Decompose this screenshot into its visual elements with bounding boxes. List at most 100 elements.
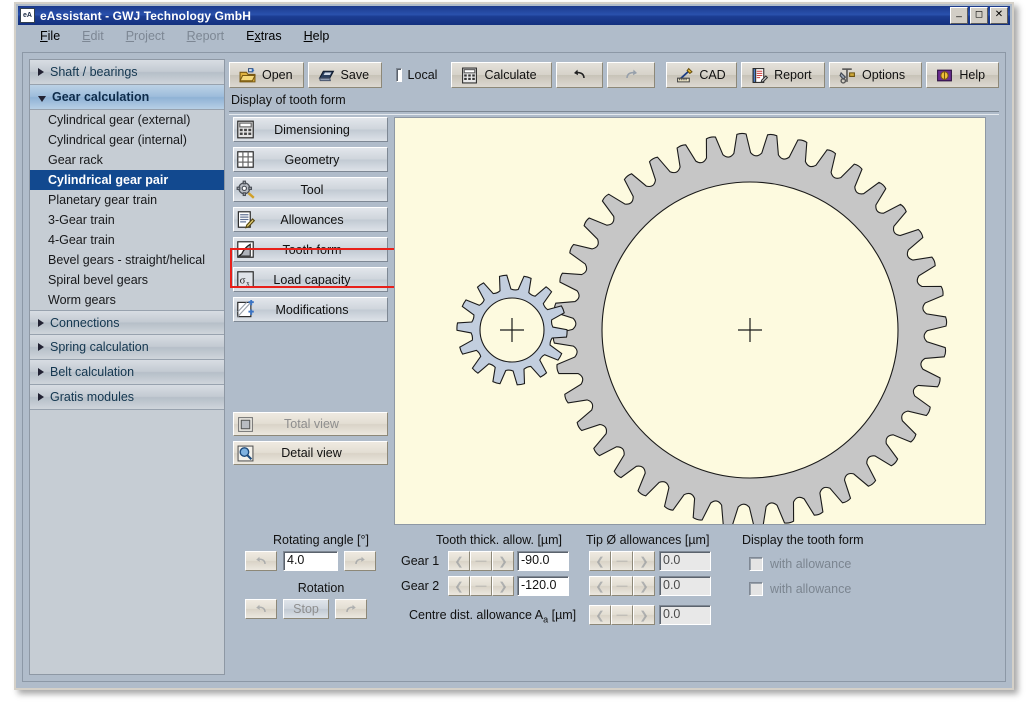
rotate-cw-icon <box>343 603 359 615</box>
rotation-stop-button[interactable]: Stop <box>283 599 329 619</box>
local-checkbox-row[interactable]: Local <box>386 62 447 88</box>
sidebar-item-planetary-gear-train[interactable]: Planetary gear train <box>30 190 224 210</box>
calculate-button[interactable]: Calculate <box>451 62 552 88</box>
tab-modifications[interactable]: Modifications <box>233 297 388 322</box>
title-bar: eA eAssistant - GWJ Technology GmbH _ ◻ … <box>18 6 1010 25</box>
stepper-middle-button[interactable]: — <box>611 576 633 596</box>
stepper-left-button[interactable]: ❮ <box>589 576 611 596</box>
close-button[interactable]: ✕ <box>990 7 1008 24</box>
rotation-ccw-button[interactable] <box>245 599 277 619</box>
sidebar-item-cylindrical-gear-pair[interactable]: Cylindrical gear pair <box>30 170 224 190</box>
centre-distance-input[interactable]: 0.0 <box>659 605 711 625</box>
rotate-cw-button[interactable] <box>344 551 376 571</box>
sidebar-group-belt-calculation[interactable]: Belt calculation <box>30 360 224 385</box>
cad-ruler-icon <box>676 67 693 84</box>
save-label: Save <box>341 68 370 82</box>
redo-button[interactable] <box>607 62 654 88</box>
local-checkbox[interactable] <box>396 68 401 82</box>
triangle-down-icon <box>38 96 46 102</box>
tab-allowances[interactable]: Allowances <box>233 207 388 232</box>
sidebar-item-spiral-bevel-gears[interactable]: Spiral bevel gears <box>30 270 224 290</box>
sidebar-group-shaft-bearings[interactable]: Shaft / bearings <box>30 60 224 85</box>
stepper-right-button[interactable]: ❯ <box>633 576 655 596</box>
menu-item-extras[interactable]: Extras <box>246 29 281 43</box>
square-icon <box>237 416 254 433</box>
with-allowance-checkbox-2[interactable] <box>749 582 763 596</box>
help-button[interactable]: Help <box>926 62 999 88</box>
options-button[interactable]: Options <box>829 62 922 88</box>
sidebar-group-gratis-modules[interactable]: Gratis modules <box>30 385 224 410</box>
sigma-x-icon: σ x <box>236 270 255 289</box>
grid-icon <box>236 150 255 169</box>
stepper-left-button[interactable]: ❮ <box>589 605 611 625</box>
menu-item-help[interactable]: Help <box>304 29 330 43</box>
total-view-button[interactable]: Total view <box>233 412 388 436</box>
sidebar-item-bevel-gears[interactable]: Bevel gears - straight/helical <box>30 250 224 270</box>
stepper-middle-button[interactable]: — <box>611 605 633 625</box>
sidebar-item-cylindrical-gear-external[interactable]: Cylindrical gear (external) <box>30 110 224 130</box>
tooth-profile-icon <box>236 240 255 259</box>
cad-button[interactable]: CAD <box>666 62 737 88</box>
with-allowance-option-1[interactable]: with allowance <box>749 557 851 571</box>
save-button[interactable]: Save <box>308 62 383 88</box>
rotating-angle-input[interactable]: 4.0 <box>283 551 338 571</box>
maximize-button[interactable]: ◻ <box>970 7 988 24</box>
sidebar-item-label: 3-Gear train <box>48 213 115 227</box>
tab-load-capacity[interactable]: σ x Load capacity <box>233 267 388 292</box>
triangle-right-icon <box>38 68 44 76</box>
tab-dimensioning[interactable]: Dimensioning <box>233 117 388 142</box>
report-button[interactable]: Report <box>741 62 825 88</box>
stepper-left-button[interactable]: ❮ <box>448 576 470 596</box>
sidebar-item-cylindrical-gear-internal[interactable]: Cylindrical gear (internal) <box>30 130 224 150</box>
with-allowance-label-1: with allowance <box>770 557 851 571</box>
tip-allowance-gear2-input[interactable]: 0.0 <box>659 576 711 596</box>
undo-button[interactable] <box>556 62 603 88</box>
minimize-button[interactable]: _ <box>950 7 968 24</box>
tip-allowances-header: Tip Ø allowances [µm] <box>586 533 709 547</box>
rotate-ccw-button[interactable] <box>245 551 277 571</box>
stepper-middle-button[interactable]: — <box>470 551 492 571</box>
sidebar-item-gear-rack[interactable]: Gear rack <box>30 150 224 170</box>
stepper-left-button[interactable]: ❮ <box>448 551 470 571</box>
stepper-middle-button[interactable]: — <box>611 551 633 571</box>
tooth-form-drawing[interactable] <box>394 117 986 525</box>
app-icon: eA <box>20 8 35 23</box>
sidebar-item-4-gear-train[interactable]: 4-Gear train <box>30 230 224 250</box>
chevron-right-icon: ❯ <box>639 555 648 568</box>
with-allowance-option-2[interactable]: with allowance <box>749 582 851 596</box>
rotation-cw-button[interactable] <box>335 599 367 619</box>
menu-item-project[interactable]: Project <box>126 29 165 43</box>
sidebar-group-spring-calculation[interactable]: Spring calculation <box>30 335 224 360</box>
with-allowance-checkbox-1[interactable] <box>749 557 763 571</box>
sidebar-group-connections[interactable]: Connections <box>30 310 224 335</box>
sidebar: Shaft / bearings Gear calculation Cylind… <box>29 59 225 675</box>
menu-item-report[interactable]: Report <box>187 29 225 43</box>
tooth-thickness-gear1-input[interactable]: -90.0 <box>517 551 569 571</box>
sidebar-item-3-gear-train[interactable]: 3-Gear train <box>30 210 224 230</box>
tab-label: Dimensioning <box>255 123 387 137</box>
tab-tooth-form[interactable]: Tooth form <box>233 237 388 262</box>
stepper-right-button[interactable]: ❯ <box>633 605 655 625</box>
tooth-thickness-gear2-input[interactable]: -120.0 <box>517 576 569 596</box>
menu-item-file[interactable]: File <box>40 29 60 43</box>
svg-text:σ: σ <box>240 275 246 287</box>
menu-item-edit[interactable]: Edit <box>82 29 104 43</box>
open-button[interactable]: Open <box>229 62 304 88</box>
calculator-icon <box>461 67 478 84</box>
sidebar-group-gear-calculation[interactable]: Gear calculation <box>30 85 224 110</box>
tab-tool[interactable]: Tool <box>233 177 388 202</box>
dash-icon: — <box>617 609 628 621</box>
sidebar-item-label: Gear rack <box>48 153 103 167</box>
stepper-right-button[interactable]: ❯ <box>492 551 514 571</box>
tab-geometry[interactable]: Geometry <box>233 147 388 172</box>
detail-view-button[interactable]: Detail view <box>233 441 388 465</box>
tip-allowance-gear1-input[interactable]: 0.0 <box>659 551 711 571</box>
stepper-left-button[interactable]: ❮ <box>589 551 611 571</box>
stepper-middle-button[interactable]: — <box>470 576 492 596</box>
stepper-right-button[interactable]: ❯ <box>633 551 655 571</box>
sidebar-item-worm-gears[interactable]: Worm gears <box>30 290 224 310</box>
stepper-right-button[interactable]: ❯ <box>492 576 514 596</box>
sidebar-item-label: Cylindrical gear pair <box>48 173 168 187</box>
view-button-group: Total view Detail view <box>233 412 388 470</box>
rotating-angle-row: 4.0 <box>245 551 376 571</box>
